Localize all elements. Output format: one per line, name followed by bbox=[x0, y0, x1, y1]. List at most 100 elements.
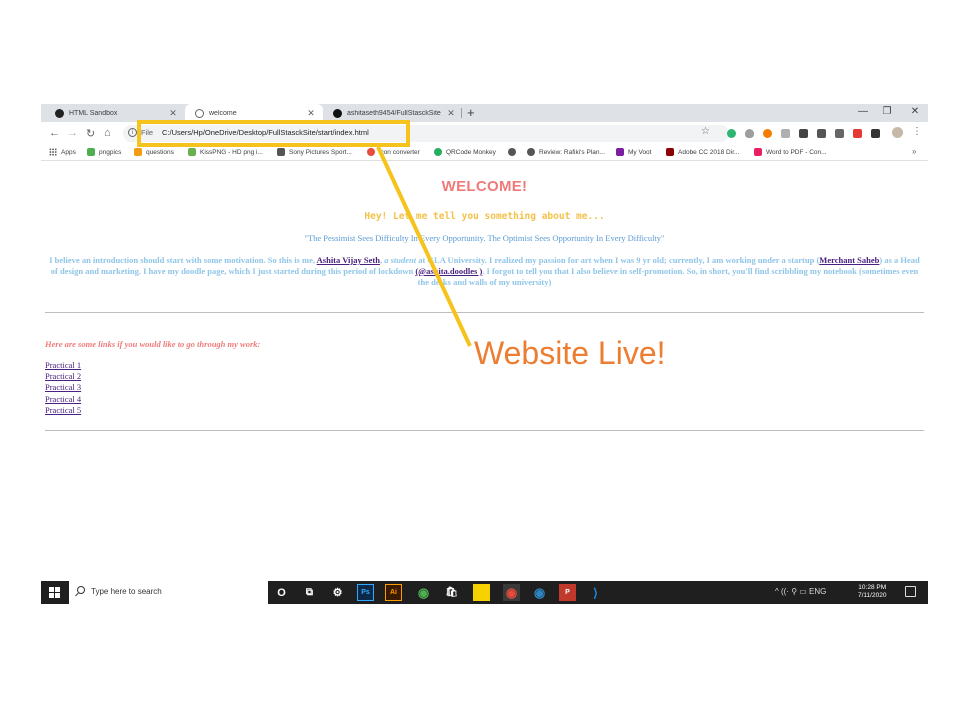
sticky-notes-icon[interactable] bbox=[473, 584, 490, 601]
taskbar-clock[interactable]: 10:28 PM 7/11/2020 bbox=[858, 584, 886, 600]
cube-extension-icon[interactable] bbox=[799, 129, 808, 138]
tab-title: welcome bbox=[209, 109, 237, 117]
practical-4-link[interactable]: Practical 4 bbox=[45, 394, 81, 405]
bookmarks-bar: Apps pngpics questions KissPNG - HD png … bbox=[41, 145, 928, 161]
bookmark-label: Apps bbox=[61, 148, 76, 156]
bookmark-label: Review: Rafiki's Plan... bbox=[539, 148, 605, 156]
bookmark-label: questions bbox=[146, 148, 174, 156]
bookmark-apps[interactable]: Apps bbox=[49, 148, 76, 156]
search-placeholder: Type here to search bbox=[91, 587, 162, 596]
bookmark-questions[interactable]: questions bbox=[134, 148, 174, 156]
kisspng-icon bbox=[188, 148, 196, 156]
questions-icon bbox=[134, 148, 142, 156]
settings-icon[interactable]: ⚙ bbox=[329, 584, 346, 601]
intro-text: I believe an introduction should start w… bbox=[49, 255, 317, 265]
practical-3-link[interactable]: Practical 3 bbox=[45, 382, 81, 393]
name-link[interactable]: Ashita Vijay Seth bbox=[317, 255, 380, 265]
intro-text: at GLA University. I realized my passion… bbox=[416, 255, 820, 265]
annotation-label: Website Live! bbox=[474, 335, 666, 371]
minimize-button[interactable]: — bbox=[855, 106, 871, 117]
chrome-profile-icon[interactable]: ◉ bbox=[531, 584, 548, 601]
practical-5-link[interactable]: Practical 5 bbox=[45, 405, 81, 416]
tab-title: HTML Sandbox bbox=[69, 109, 118, 117]
fire-extension-icon[interactable] bbox=[763, 129, 772, 138]
links-list: Practical 1 Practical 2 Practical 3 Prac… bbox=[45, 360, 81, 416]
vscode-icon[interactable]: ⟩ bbox=[587, 584, 604, 601]
bookmark-label: Adobe CC 2018 Dir... bbox=[678, 148, 740, 156]
bookmark-label: KissPNG - HD png i... bbox=[200, 148, 263, 156]
extension-icon[interactable] bbox=[835, 129, 844, 138]
intro-paragraph: I believe an introduction should start w… bbox=[47, 255, 922, 288]
youtube-extension-icon[interactable] bbox=[853, 129, 862, 138]
codepen-icon bbox=[55, 108, 64, 118]
powerpoint-icon[interactable]: P bbox=[559, 584, 576, 601]
bookmark-sony[interactable]: Sony Pictures Sport... bbox=[277, 148, 352, 156]
close-tab-icon[interactable]: ✕ bbox=[445, 108, 457, 119]
adobe-icon bbox=[666, 148, 674, 156]
notification-center-icon[interactable] bbox=[905, 586, 916, 597]
word-pdf-icon bbox=[754, 148, 762, 156]
bookmark-pngpics[interactable]: pngpics bbox=[87, 148, 121, 156]
menu-kebab-icon[interactable]: ⋮ bbox=[912, 126, 922, 137]
maximize-button[interactable]: ❐ bbox=[879, 106, 895, 117]
converter-icon bbox=[367, 148, 375, 156]
task-view-icon[interactable]: ⧉ bbox=[301, 584, 318, 601]
cortana-icon[interactable]: O bbox=[273, 584, 290, 601]
pngpics-icon bbox=[87, 148, 95, 156]
shield-extension-icon[interactable] bbox=[745, 129, 754, 138]
divider bbox=[45, 312, 924, 313]
bookmark-qrcode-monkey[interactable]: QRCode Monkey bbox=[434, 148, 496, 156]
store-icon[interactable]: 🛍 bbox=[443, 584, 460, 601]
search-icon bbox=[77, 586, 85, 594]
bookmark-word-to-pdf[interactable]: Word to PDF - Con... bbox=[754, 148, 827, 156]
globe-icon bbox=[527, 148, 535, 156]
new-tab-button[interactable]: + bbox=[467, 105, 475, 120]
grammarly-icon[interactable] bbox=[727, 129, 736, 138]
illustrator-icon[interactable]: Ai bbox=[385, 584, 402, 601]
system-tray[interactable]: ^ ((· ⚲ ▭ ENG bbox=[775, 587, 826, 596]
practical-1-link[interactable]: Practical 1 bbox=[45, 360, 81, 371]
bookmark-icon-converter[interactable]: icon converter bbox=[367, 148, 420, 156]
bookmark-review[interactable]: Review: Rafiki's Plan... bbox=[527, 148, 605, 156]
reload-button[interactable]: ↻ bbox=[86, 127, 95, 140]
photoshop-icon[interactable]: Ps bbox=[357, 584, 374, 601]
chrome-icon[interactable]: ◉ bbox=[415, 584, 432, 601]
doodle-handle-link[interactable]: (@ashita.doodles ) bbox=[415, 266, 482, 276]
windows-start-icon[interactable] bbox=[49, 587, 60, 598]
close-tab-icon[interactable]: ✕ bbox=[305, 108, 317, 119]
student-text: a student bbox=[384, 255, 417, 265]
practical-2-link[interactable]: Practical 2 bbox=[45, 371, 81, 382]
bookmarks-overflow-button[interactable]: » bbox=[912, 147, 916, 156]
bookmark-star-icon[interactable]: ☆ bbox=[701, 126, 710, 137]
chrome-profile-icon[interactable]: ◉ bbox=[503, 584, 520, 601]
intro-text: . I forgot to tell you that I also belie… bbox=[417, 266, 919, 287]
close-tab-icon[interactable]: ✕ bbox=[167, 108, 179, 119]
clock-date: 7/11/2020 bbox=[858, 592, 887, 599]
bookmark-globe[interactable] bbox=[508, 148, 520, 156]
extension-icon[interactable] bbox=[817, 129, 826, 138]
globe-icon bbox=[195, 108, 204, 118]
bookmark-my-voot[interactable]: My Voot bbox=[616, 148, 651, 156]
bookmark-kisspng[interactable]: KissPNG - HD png i... bbox=[188, 148, 263, 156]
home-button[interactable]: ⌂ bbox=[104, 127, 111, 139]
profile-avatar[interactable] bbox=[892, 127, 903, 138]
url-highlight-box bbox=[137, 120, 410, 147]
taskbar-search-box[interactable]: Type here to search bbox=[69, 581, 268, 604]
bookmark-label: icon converter bbox=[379, 148, 420, 156]
bookmark-label: Sony Pictures Sport... bbox=[289, 148, 352, 156]
puzzle-extensions-icon[interactable] bbox=[871, 129, 880, 138]
links-heading: Here are some links if you would like to… bbox=[45, 339, 261, 349]
bookmark-adobe[interactable]: Adobe CC 2018 Dir... bbox=[666, 148, 739, 156]
page-title: WELCOME! bbox=[441, 178, 528, 195]
bookmark-label: My Voot bbox=[628, 148, 652, 156]
tab-title: ashitaseth9454/FullStasckSite bbox=[347, 109, 441, 117]
back-button[interactable]: ← bbox=[49, 127, 60, 139]
forward-button[interactable]: → bbox=[67, 127, 78, 139]
startup-link[interactable]: Merchant Saheb bbox=[819, 255, 879, 265]
extension-icon[interactable] bbox=[781, 129, 790, 138]
qrcode-icon bbox=[434, 148, 442, 156]
bookmark-label: Word to PDF - Con... bbox=[766, 148, 827, 156]
close-window-button[interactable]: ✕ bbox=[907, 106, 923, 117]
clock-time: 10:28 PM bbox=[858, 584, 887, 591]
info-icon[interactable]: i bbox=[128, 128, 137, 137]
